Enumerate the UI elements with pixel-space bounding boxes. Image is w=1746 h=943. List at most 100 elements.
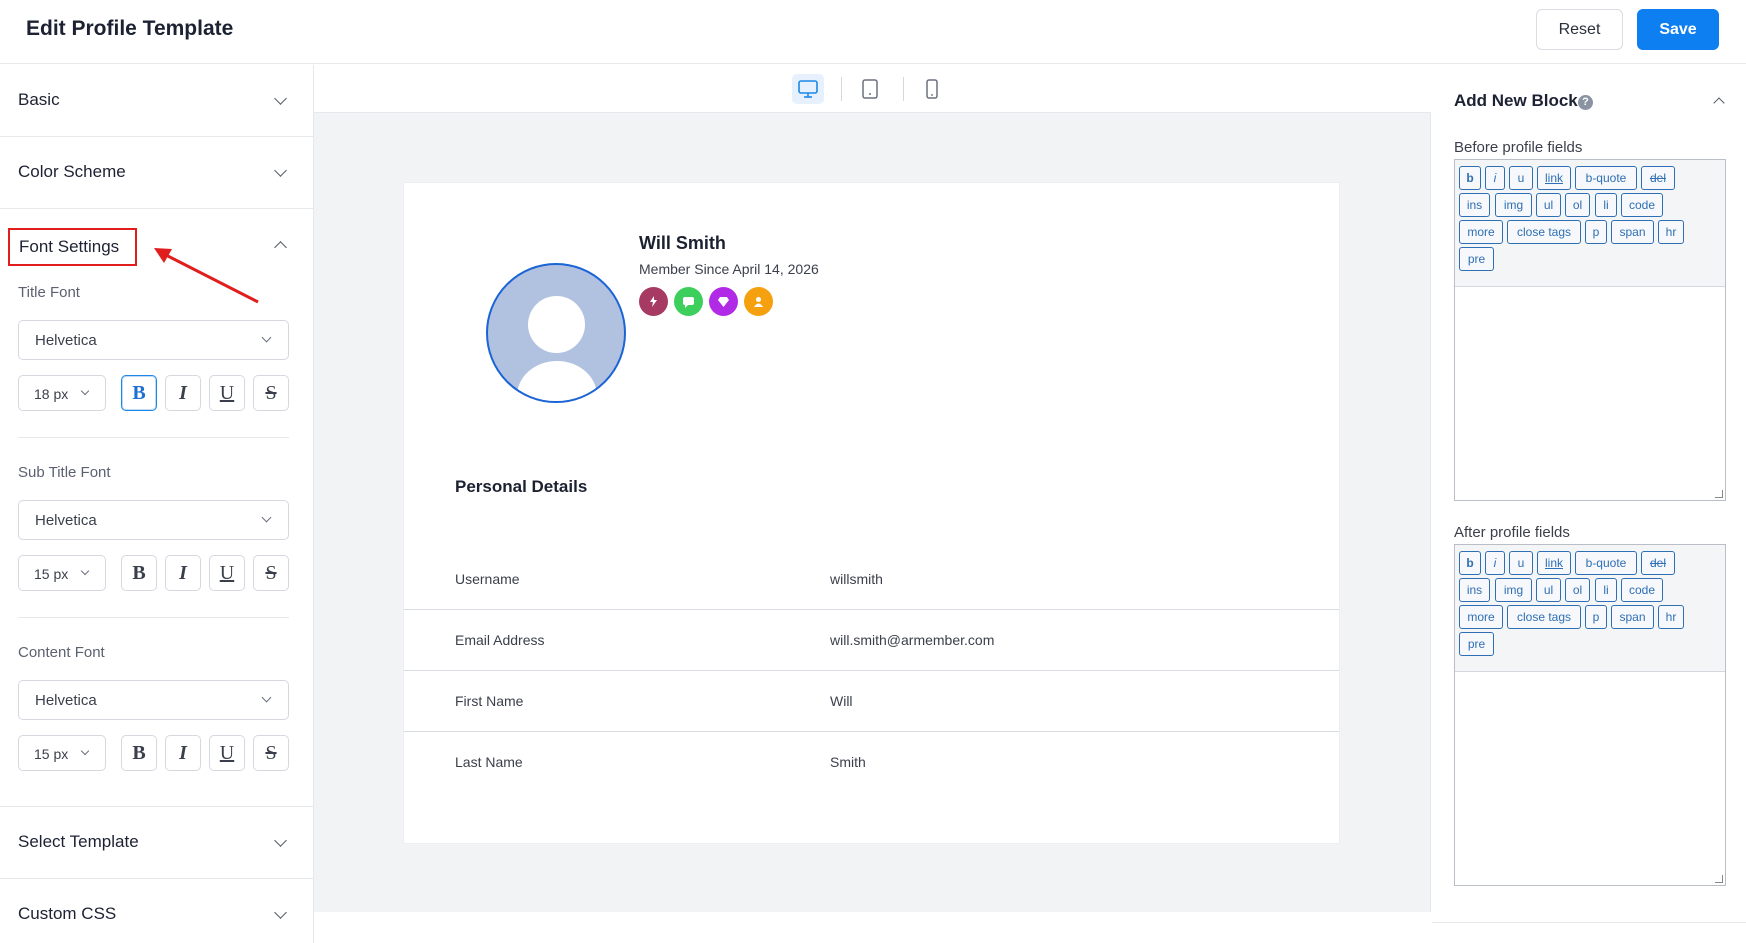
before-fields-editor: b i u link b-quote del ins img ul ol li … [1454, 159, 1726, 501]
tag-button-ul[interactable]: ul [1536, 193, 1561, 217]
chevron-up-icon[interactable] [1713, 97, 1725, 109]
desktop-view-button[interactable] [792, 74, 824, 104]
title-underline-button[interactable]: U [209, 375, 245, 411]
tag-button-span[interactable]: span [1611, 605, 1654, 629]
avatar [486, 263, 626, 403]
tag-button-pre[interactable]: pre [1459, 247, 1494, 271]
tag-button-code[interactable]: code [1621, 578, 1663, 602]
lightning-badge-icon[interactable] [639, 287, 668, 316]
field-label: First Name [455, 693, 524, 709]
settings-sidebar: Basic Color Scheme Font Settings Title F… [0, 65, 314, 943]
tag-button-ins[interactable]: ins [1459, 193, 1490, 217]
field-value: willsmith [830, 571, 883, 587]
tag-button-ul[interactable]: ul [1536, 578, 1561, 602]
subtitle-font-label: Sub Title Font [18, 464, 111, 481]
title-strike-button[interactable]: S [253, 375, 289, 411]
tag-button-ins[interactable]: ins [1459, 578, 1490, 602]
content-italic-button[interactable]: I [165, 735, 201, 771]
profile-name: Will Smith [639, 233, 726, 253]
section-basic-label: Basic [18, 90, 60, 109]
tag-button-link[interactable]: link [1537, 551, 1571, 575]
chevron-down-icon [80, 746, 90, 756]
tag-button-i[interactable]: i [1485, 166, 1505, 190]
tag-button-more[interactable]: more [1459, 220, 1503, 244]
chevron-down-icon [80, 386, 90, 396]
tag-button-li[interactable]: li [1595, 578, 1617, 602]
tag-button-code[interactable]: code [1621, 193, 1663, 217]
chevron-down-icon [274, 164, 287, 177]
tag-button-p[interactable]: p [1585, 220, 1607, 244]
content-bold-button[interactable]: B [121, 735, 157, 771]
mobile-view-button[interactable] [916, 74, 948, 104]
tag-toolbar: b i u link b-quote del ins img ul ol li … [1455, 545, 1725, 671]
content-strike-button[interactable]: S [253, 735, 289, 771]
tag-button-i[interactable]: i [1485, 551, 1505, 575]
title-font-value: Helvetica [35, 332, 97, 349]
content-font-value: Helvetica [35, 692, 97, 709]
section-basic[interactable]: Basic [0, 65, 313, 137]
subtitle-underline-button[interactable]: U [209, 555, 245, 591]
tag-button-b[interactable]: b [1459, 551, 1481, 575]
tag-button-b-quote[interactable]: b-quote [1575, 551, 1637, 575]
tag-button-hr[interactable]: hr [1658, 220, 1684, 244]
table-row: Username willsmith [404, 549, 1339, 610]
tag-button-u[interactable]: u [1509, 166, 1533, 190]
tag-button-b[interactable]: b [1459, 166, 1481, 190]
title-italic-button[interactable]: I [165, 375, 201, 411]
divider [841, 77, 842, 101]
subtitle-font-size-select[interactable]: 15 px [18, 555, 106, 591]
tag-button-pre[interactable]: pre [1459, 632, 1494, 656]
tag-button-span[interactable]: span [1611, 220, 1654, 244]
tag-button-del[interactable]: del [1641, 166, 1675, 190]
content-underline-button[interactable]: U [209, 735, 245, 771]
reset-button[interactable]: Reset [1536, 9, 1623, 50]
section-color-scheme[interactable]: Color Scheme [0, 137, 313, 209]
tag-button-ol[interactable]: ol [1565, 578, 1590, 602]
section-custom-css[interactable]: Custom CSS [0, 879, 313, 943]
tag-button-img[interactable]: img [1495, 578, 1532, 602]
help-icon[interactable]: ? [1578, 95, 1593, 110]
content-font-select[interactable]: Helvetica [18, 680, 289, 720]
preview-canvas: Will Smith Member Since April 14, 2026 P… [314, 65, 1431, 912]
title-bold-button[interactable]: B [121, 375, 157, 411]
tag-button-close-tags[interactable]: close tags [1507, 605, 1581, 629]
tag-button-b-quote[interactable]: b-quote [1575, 166, 1637, 190]
tag-button-close-tags[interactable]: close tags [1507, 220, 1581, 244]
tag-button-hr[interactable]: hr [1658, 605, 1684, 629]
save-button[interactable]: Save [1637, 9, 1719, 50]
subtitle-bold-button[interactable]: B [121, 555, 157, 591]
after-fields-textarea[interactable] [1455, 671, 1725, 885]
subtitle-font-select[interactable]: Helvetica [18, 500, 289, 540]
chat-badge-icon[interactable] [674, 287, 703, 316]
tag-button-del[interactable]: del [1641, 551, 1675, 575]
diamond-badge-icon[interactable] [709, 287, 738, 316]
field-label: Email Address [455, 632, 545, 648]
tag-button-img[interactable]: img [1495, 193, 1532, 217]
device-toolbar [314, 65, 1431, 113]
field-value: Will [830, 693, 853, 709]
personal-details-title: Personal Details [455, 477, 588, 496]
divider [903, 77, 904, 101]
tablet-view-button[interactable] [854, 74, 886, 104]
subtitle-italic-button[interactable]: I [165, 555, 201, 591]
section-font-settings-label[interactable]: Font Settings [8, 228, 137, 266]
title-font-select[interactable]: Helvetica [18, 320, 289, 360]
content-font-size-select[interactable]: 15 px [18, 735, 106, 771]
resize-handle-icon[interactable] [1715, 490, 1723, 498]
resize-handle-icon[interactable] [1715, 875, 1723, 883]
section-select-template[interactable]: Select Template [0, 806, 313, 879]
subtitle-strike-button[interactable]: S [253, 555, 289, 591]
tag-button-li[interactable]: li [1595, 193, 1617, 217]
field-label: Last Name [455, 754, 523, 770]
top-bar: Edit Profile Template Reset Save [0, 0, 1746, 64]
tag-button-p[interactable]: p [1585, 605, 1607, 629]
user-badge-icon[interactable] [744, 287, 773, 316]
field-value: will.smith@armember.com [830, 632, 995, 648]
before-fields-textarea[interactable] [1455, 286, 1725, 500]
title-font-label: Title Font [18, 284, 80, 301]
tag-button-u[interactable]: u [1509, 551, 1533, 575]
tag-button-more[interactable]: more [1459, 605, 1503, 629]
tag-button-link[interactable]: link [1537, 166, 1571, 190]
tag-button-ol[interactable]: ol [1565, 193, 1590, 217]
title-font-size-select[interactable]: 18 px [18, 375, 106, 411]
